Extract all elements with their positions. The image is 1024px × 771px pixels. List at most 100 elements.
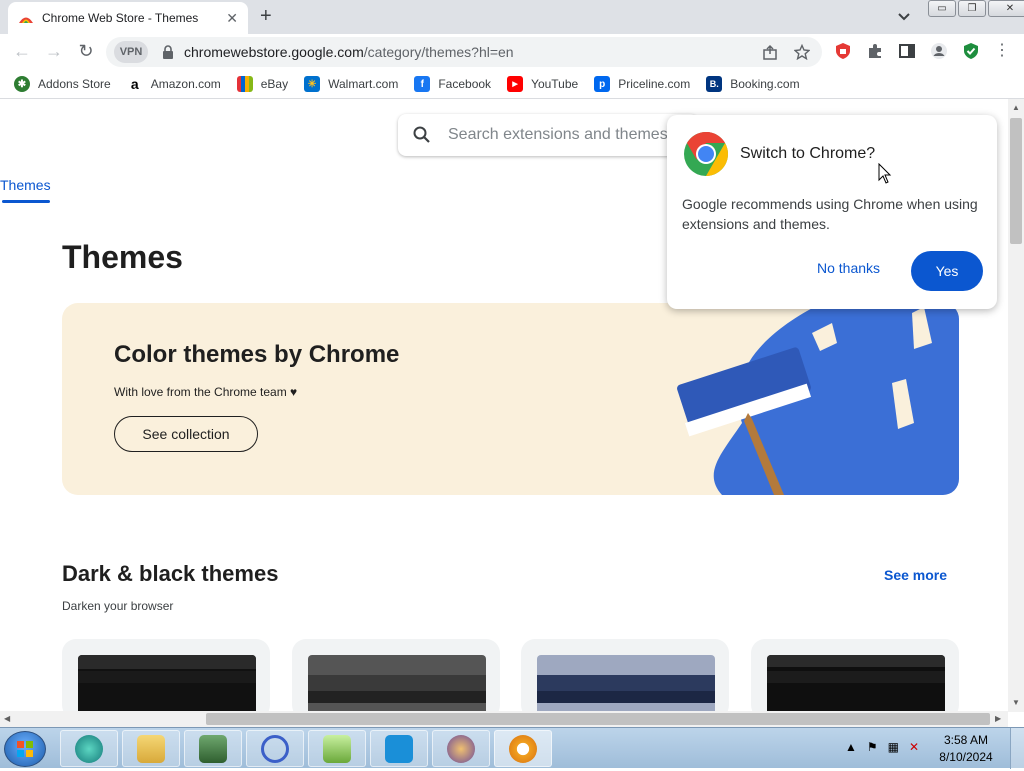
bookmark-booking[interactable]: B. Booking.com (706, 76, 800, 92)
url-text[interactable]: chromewebstore.google.com/category/theme… (184, 44, 514, 60)
adblock-extension-icon[interactable] (834, 42, 852, 60)
system-tray: ▲ ⚑ ▦ ✕ (845, 740, 919, 754)
bookmark-label: Amazon.com (150, 77, 221, 91)
scroll-down-arrow-icon[interactable]: ▼ (1012, 698, 1020, 707)
booking-icon: B. (706, 76, 723, 92)
reload-button[interactable]: ↻ (76, 42, 96, 62)
theme-card[interactable] (62, 639, 270, 711)
new-tab-button[interactable]: + (260, 6, 272, 26)
theme-preview (308, 655, 486, 711)
section-subtitle: Darken your browser (62, 599, 174, 613)
show-desktop-button[interactable] (1010, 728, 1024, 769)
search-input[interactable] (446, 125, 676, 145)
theme-preview (537, 655, 715, 711)
infinity-app-icon (261, 734, 289, 763)
vertical-scroll-thumb[interactable] (1010, 118, 1022, 244)
network-icon[interactable]: ▦ (888, 740, 899, 754)
yes-button[interactable]: Yes (911, 251, 983, 291)
tab-search-chevron-icon[interactable] (896, 8, 912, 24)
theme-card[interactable] (292, 639, 500, 711)
browser-app-icon (509, 734, 537, 763)
active-tab-indicator (2, 200, 50, 203)
chrome-logo-icon (684, 132, 728, 176)
bookmark-walmart[interactable]: ✳ Walmart.com (304, 76, 398, 92)
search-icon (413, 126, 430, 143)
scroll-left-arrow-icon[interactable]: ◀ (4, 714, 10, 723)
vpn-badge[interactable]: VPN (114, 41, 148, 63)
tab-close-icon[interactable]: ✕ (226, 10, 238, 27)
back-button[interactable]: ← (12, 42, 32, 62)
browser-tab[interactable]: Chrome Web Store - Themes ✕ (8, 2, 248, 34)
chrome-web-store-favicon-icon (19, 17, 33, 23)
taskbar-app-computer[interactable] (184, 730, 242, 767)
mouse-cursor-icon (878, 163, 892, 184)
vpn-app-icon (447, 734, 475, 763)
taskbar-app-browser[interactable] (494, 730, 552, 767)
profile-avatar-icon[interactable] (930, 42, 948, 60)
clock-date: 8/10/2024 (939, 750, 993, 764)
taskbar-app-infinity[interactable] (246, 730, 304, 767)
search-box[interactable] (398, 114, 698, 156)
theme-preview (767, 655, 945, 711)
restore-button[interactable]: ❐ (958, 0, 986, 17)
bookmark-ebay[interactable]: eBay (236, 76, 288, 92)
tray-expand-icon[interactable]: ▲ (845, 740, 857, 754)
section-title: Dark & black themes (62, 561, 279, 586)
bookmark-amazon[interactable]: a Amazon.com (127, 76, 221, 92)
extensions-puzzle-icon[interactable] (866, 42, 884, 60)
flag-icon[interactable]: ⚑ (867, 740, 878, 754)
window-controls: ▭ ❐ ✕ (928, 0, 1024, 17)
bookmark-addons-store[interactable]: ✱ Addons Store (14, 76, 111, 92)
messenger-app-icon (75, 734, 103, 763)
no-thanks-button[interactable]: No thanks (817, 260, 880, 276)
dialog-title: Switch to Chrome? (740, 145, 876, 162)
folder-icon (137, 734, 165, 763)
computer-app-icon (199, 734, 227, 763)
theme-card[interactable] (751, 639, 959, 711)
side-panel-icon[interactable] (898, 42, 916, 60)
volume-muted-icon[interactable]: ✕ (909, 740, 919, 754)
horizontal-scroll-thumb[interactable] (206, 713, 990, 725)
start-button[interactable] (4, 731, 46, 767)
bookmark-label: YouTube (531, 77, 579, 91)
clock-time: 3:58 AM (943, 733, 989, 747)
taskbar-app-vpn[interactable] (432, 730, 490, 767)
theme-preview (78, 655, 256, 711)
taskbar-app-notepadpp[interactable] (308, 730, 366, 767)
addons-store-icon: ✱ (14, 76, 30, 92)
forward-button[interactable]: → (44, 42, 64, 62)
windows-logo-icon (17, 741, 33, 757)
address-bar[interactable]: VPN chromewebstore.google.com/category/t… (106, 37, 822, 67)
taskbar-app-speedtest[interactable] (370, 730, 428, 767)
ebay-icon (236, 76, 253, 92)
lock-icon[interactable] (162, 45, 174, 59)
share-icon[interactable] (762, 44, 778, 60)
bookmark-facebook[interactable]: f Facebook (414, 76, 491, 92)
walmart-icon: ✳ (304, 76, 321, 92)
see-collection-button[interactable]: See collection (114, 416, 258, 452)
minimize-button[interactable]: ▭ (928, 0, 956, 17)
menu-kebab-icon[interactable]: ⋮ (992, 42, 1012, 62)
bookmark-label: Addons Store (38, 77, 111, 91)
taskbar-app-messenger[interactable] (60, 730, 118, 767)
tab-strip: Chrome Web Store - Themes ✕ + ▭ ❐ ✕ (0, 0, 1024, 34)
hero-title: Color themes by Chrome (114, 341, 400, 368)
paint-brush-illustration-icon (677, 303, 959, 495)
bookmark-star-icon[interactable] (794, 44, 810, 60)
scroll-right-arrow-icon[interactable]: ▶ (995, 714, 1001, 723)
windows-taskbar: ▲ ⚑ ▦ ✕ 3:58 AM 8/10/2024 (0, 727, 1024, 769)
see-more-link[interactable]: See more (884, 567, 947, 583)
amazon-icon: a (130, 76, 139, 92)
notepad-plus-plus-icon (323, 734, 351, 763)
bookmark-youtube[interactable]: ▶ YouTube (507, 76, 578, 92)
bookmark-label: Priceline.com (618, 77, 691, 91)
hero-banner: Color themes by Chrome With love from th… (62, 303, 959, 495)
security-shield-extension-icon[interactable] (962, 42, 980, 60)
window-close-button[interactable]: ✕ (988, 0, 1024, 17)
clock[interactable]: 3:58 AM 8/10/2024 (936, 732, 996, 766)
taskbar-app-explorer[interactable] (122, 730, 180, 767)
bookmark-priceline[interactable]: p Priceline.com (594, 76, 690, 92)
scroll-up-arrow-icon[interactable]: ▲ (1012, 103, 1020, 112)
tab-themes[interactable]: Themes (0, 177, 51, 193)
theme-card[interactable] (521, 639, 729, 711)
